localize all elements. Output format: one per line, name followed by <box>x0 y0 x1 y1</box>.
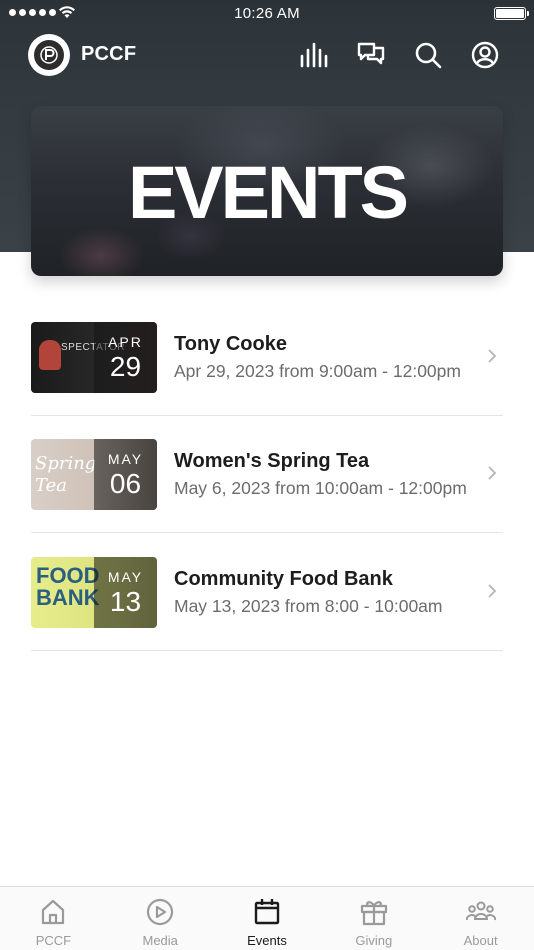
tab-events[interactable]: Events <box>214 887 321 950</box>
church-logo[interactable] <box>28 34 70 76</box>
battery-icon <box>494 7 529 20</box>
tab-about[interactable]: About <box>427 887 534 950</box>
calendar-icon <box>254 899 280 925</box>
tab-label: About <box>463 933 498 948</box>
tab-label: Media <box>142 933 178 948</box>
event-date-badge: MAY 06 <box>94 439 157 510</box>
tab-label: Giving <box>355 933 393 948</box>
bottom-tab-bar: PCCF Media Events Giving About <box>0 886 534 950</box>
logo-mark-icon <box>40 46 58 64</box>
tab-label: PCCF <box>35 933 72 948</box>
event-thumbnail: FOOD BANK MAY 13 <box>31 557 157 628</box>
thumbnail-art-text: Spring Tea <box>35 453 97 496</box>
home-icon <box>42 899 65 925</box>
event-title: Community Food Bank <box>174 568 393 590</box>
chat-icon[interactable] <box>356 40 386 70</box>
event-day: 06 <box>109 468 142 499</box>
people-icon <box>465 901 496 921</box>
event-date-badge: APR 29 <box>94 322 157 393</box>
profile-icon[interactable] <box>470 40 500 70</box>
event-day: 13 <box>109 586 142 617</box>
event-row[interactable]: SPECTATOR APR 29 Tony Cooke Apr 29, 2023… <box>31 299 503 416</box>
status-time: 10:26 AM <box>234 5 300 22</box>
event-date-badge: MAY 13 <box>94 557 157 628</box>
status-bar: 10:26 AM <box>0 0 534 28</box>
tab-label: Events <box>247 933 287 948</box>
event-datetime: May 13, 2023 from 8:00 - 10:00am <box>174 596 443 616</box>
event-thumbnail: Spring Tea MAY 06 <box>31 439 157 510</box>
event-month: MAY <box>107 569 144 585</box>
event-thumbnail: SPECTATOR APR 29 <box>31 322 157 393</box>
event-datetime: Apr 29, 2023 from 9:00am - 12:00pm <box>174 361 461 381</box>
search-icon[interactable] <box>413 40 443 70</box>
chevron-right-icon <box>488 584 497 598</box>
events-hero-banner: EVENTS <box>31 106 503 276</box>
play-icon <box>147 898 174 926</box>
thumbnail-art-text: FOOD BANK <box>36 563 100 610</box>
chevron-right-icon <box>488 466 497 480</box>
event-title: Women's Spring Tea <box>174 450 370 472</box>
app-bar: PCCF <box>0 30 534 80</box>
event-row[interactable]: FOOD BANK MAY 13 Community Food Bank May … <box>31 534 503 651</box>
chevron-right-icon <box>488 349 497 363</box>
audio-bars-icon[interactable] <box>299 40 329 70</box>
event-row[interactable]: Spring Tea MAY 06 Women's Spring Tea May … <box>31 416 503 533</box>
tab-giving[interactable]: Giving <box>320 887 427 950</box>
hero-title: EVENTS <box>127 151 409 234</box>
event-day: 29 <box>109 351 142 382</box>
event-month: MAY <box>107 451 144 467</box>
tab-media[interactable]: Media <box>107 887 214 950</box>
gift-icon <box>360 901 387 926</box>
app-title: PCCF <box>81 43 137 65</box>
tab-pccf[interactable]: PCCF <box>0 887 107 950</box>
event-month: APR <box>108 334 143 350</box>
speaker-photo <box>39 340 61 370</box>
event-title: Tony Cooke <box>174 333 287 355</box>
event-datetime: May 6, 2023 from 10:00am - 12:00pm <box>174 478 467 498</box>
